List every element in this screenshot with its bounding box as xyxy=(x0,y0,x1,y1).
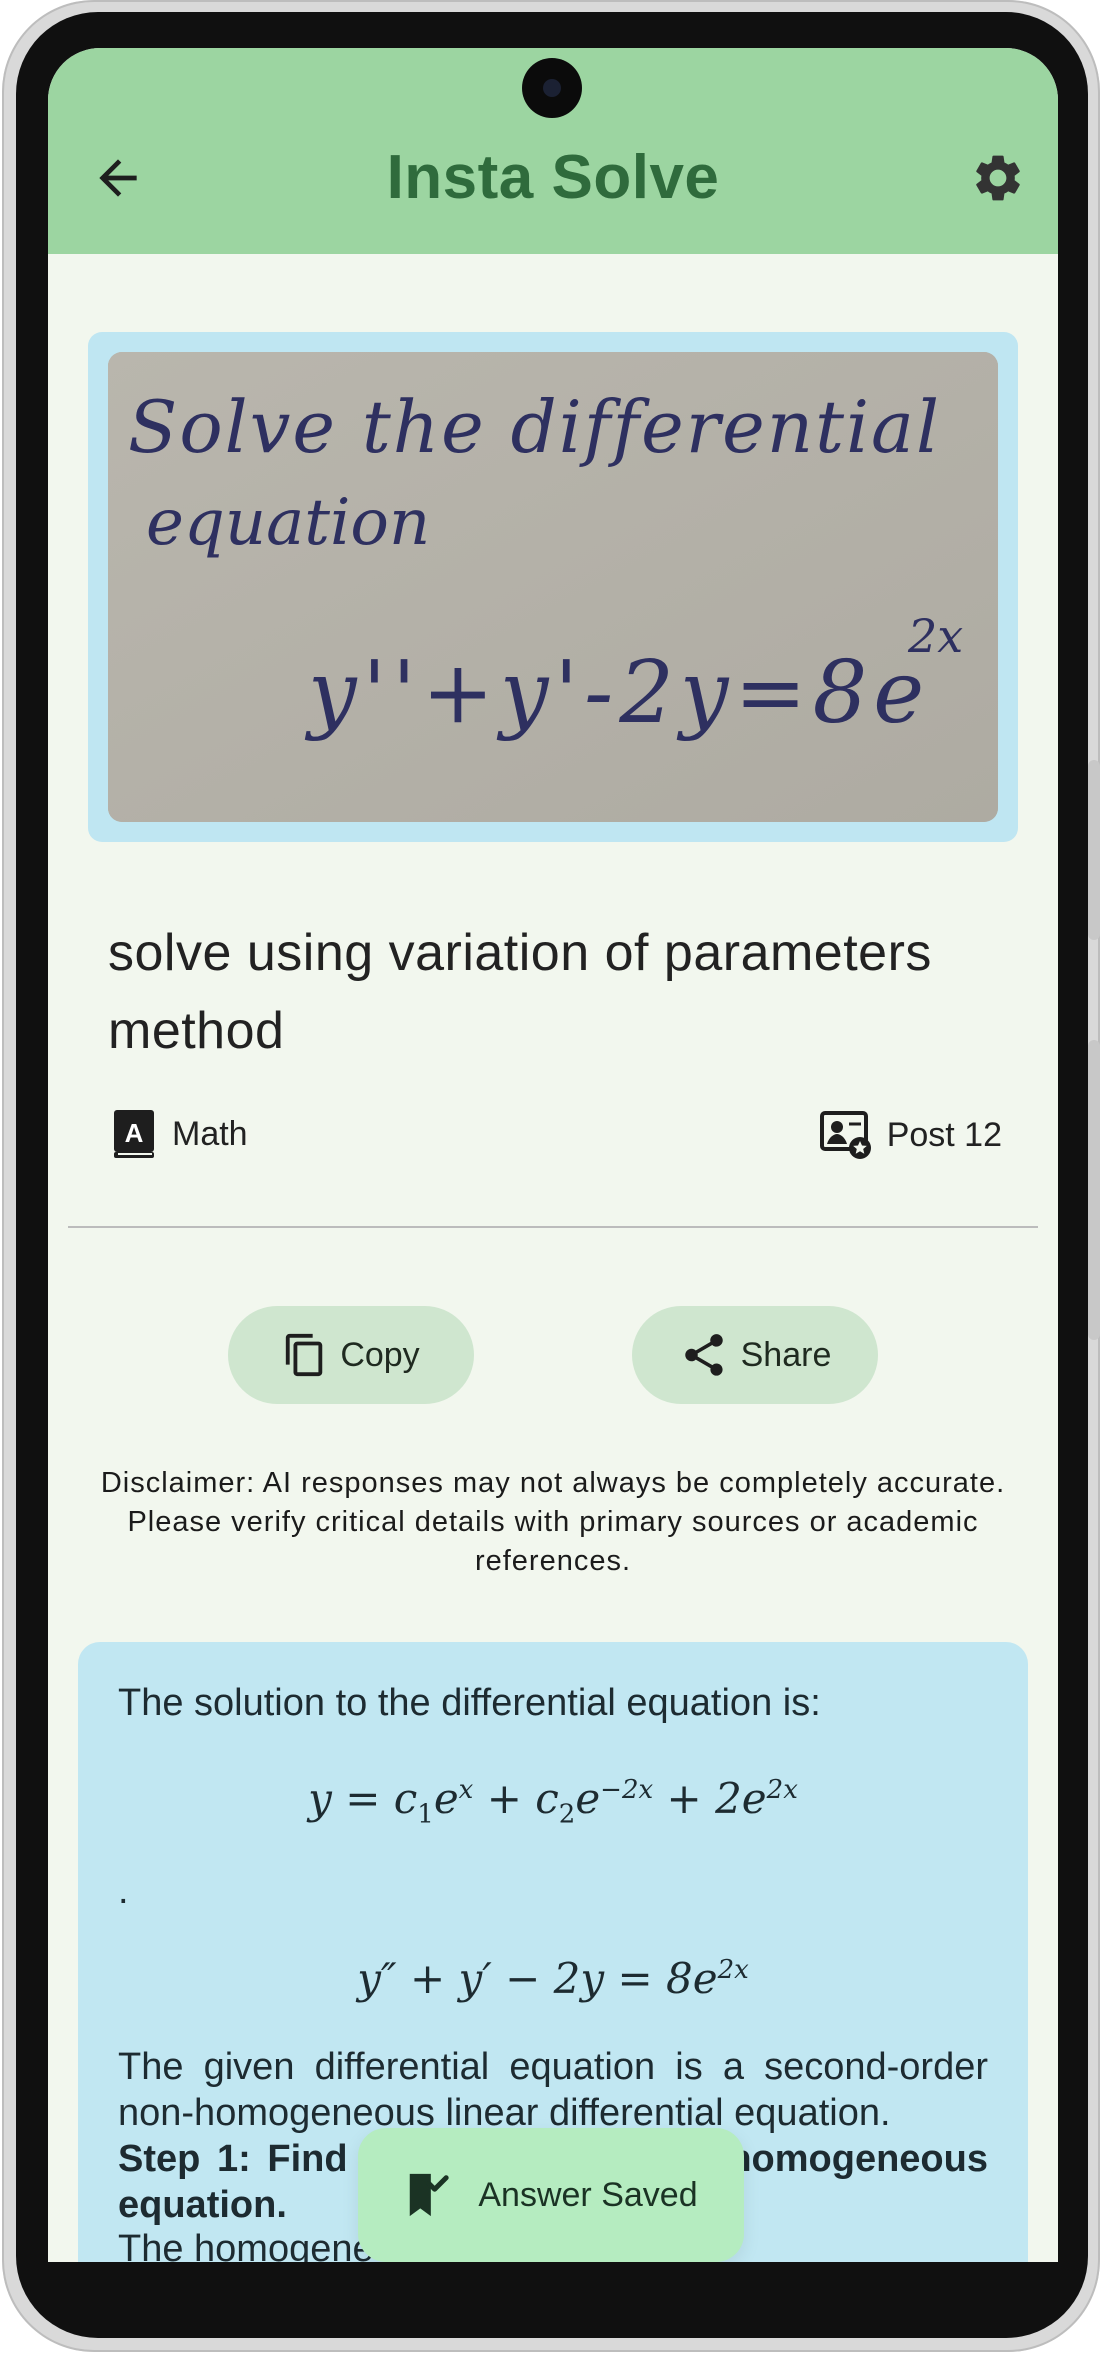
share-button[interactable]: Share xyxy=(632,1306,878,1404)
handwriting-exponent: 2x xyxy=(907,609,963,663)
answer-saved-toast[interactable]: Answer Saved xyxy=(358,2128,744,2262)
post-chip: Post 12 xyxy=(819,1108,1002,1162)
volume-button xyxy=(1088,760,1100,940)
app-title: Insta Solve xyxy=(386,143,720,212)
subject-chip: A Math xyxy=(112,1108,248,1160)
settings-button[interactable] xyxy=(970,150,1026,206)
solution-formula: y = c1ex + c2e−2x + 2e2x xyxy=(308,1774,798,1830)
bookmark-check-icon xyxy=(410,2173,450,2217)
meta-row: A Math Post 12 xyxy=(112,1108,1002,1164)
equation-formula: y″ + y′ − 2y = 8e2x xyxy=(357,1954,749,2003)
subject-book-icon: A xyxy=(114,1110,154,1158)
question-image: Solve the differential equation y''+y'-2… xyxy=(108,352,998,822)
share-label: Share xyxy=(740,1335,832,1374)
front-camera xyxy=(522,58,582,118)
handwriting-line-2: equation xyxy=(146,486,430,560)
svg-text:A: A xyxy=(125,1118,144,1148)
section-divider xyxy=(68,1226,1038,1228)
post-label: Post 12 xyxy=(886,1115,1002,1154)
subject-label: Math xyxy=(172,1114,248,1153)
question-text: solve using variation of parameters meth… xyxy=(108,924,932,1060)
copy-icon xyxy=(286,1333,323,1377)
question-image-card[interactable]: Solve the differential equation y''+y'-2… xyxy=(88,332,1018,842)
separator-dot: . xyxy=(118,1870,129,1912)
answer-paragraph: The given differential equation is a sec… xyxy=(118,2046,988,2134)
handwriting-equation: y''+y'-2y=8e xyxy=(304,643,930,743)
share-icon xyxy=(684,1334,723,1376)
answer-intro: The solution to the differential equatio… xyxy=(118,1682,821,1724)
power-button xyxy=(1088,1040,1100,1340)
post-badge-icon xyxy=(819,1111,871,1159)
copy-label: Copy xyxy=(340,1335,420,1374)
gear-icon xyxy=(976,155,1020,201)
disclaimer-text: Disclaimer: AI responses may not always … xyxy=(100,1467,1006,1577)
app-bar: Insta Solve xyxy=(48,48,1058,254)
copy-button[interactable]: Copy xyxy=(228,1306,474,1404)
handwritten-question-image: Solve the differential equation y''+y'-2… xyxy=(108,352,998,822)
app-screen: Insta Solve Solve the differential equat… xyxy=(48,48,1058,2262)
handwriting-line-1: Solve the differential xyxy=(128,385,941,469)
toast-label: Answer Saved xyxy=(478,2175,698,2214)
